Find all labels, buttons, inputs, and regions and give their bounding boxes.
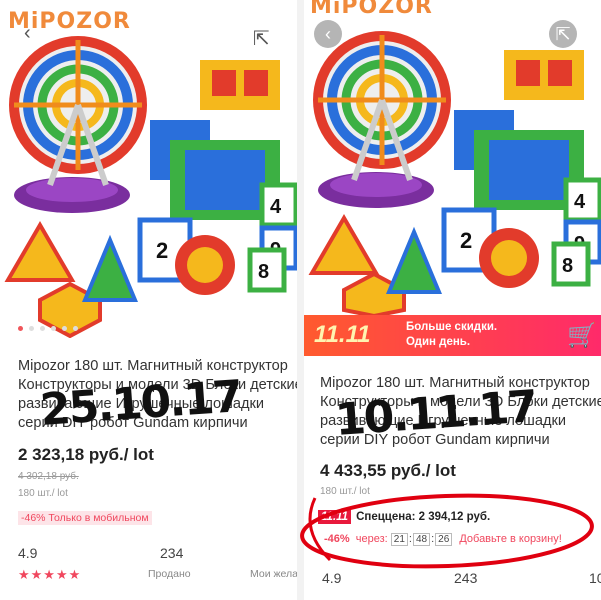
rating-value: 4.9 (18, 545, 38, 561)
sale-line-1: Больше скидки. (406, 321, 498, 333)
panel-divider (297, 0, 304, 600)
add-to-cart-prompt[interactable]: Добавьте в корзину! (459, 533, 561, 545)
chevron-left-icon[interactable]: ‹ (314, 20, 342, 48)
lot-size: 180 шт./ lot (320, 486, 370, 497)
chevron-left-icon[interactable]: ‹ (24, 22, 31, 45)
share-icon[interactable]: ⇱ (549, 20, 577, 48)
star-rating-icon: ★★★★★ (18, 567, 82, 582)
product-card-before: 2 4 9 8 MiPOZOR ‹ ⇱ Mipozor 180 шт. Магн… (0, 0, 297, 600)
product-price: 4 433,55 руб./ lot (320, 461, 456, 480)
timer-label: через: (355, 533, 388, 545)
image-pagination-dots (18, 318, 84, 336)
brand-logo: MiPOZOR (310, 0, 433, 19)
mobile-discount-badge: -46% Только в мобильном (18, 511, 152, 525)
lot-size: 180 шт./ lot (18, 488, 68, 499)
sold-count: 243 (454, 570, 478, 586)
product-photo[interactable]: 2 4 9 8 MiPOZOR ‹ ⇱ (0, 0, 297, 338)
special-badge: 11.11 (318, 510, 352, 524)
sale-banner[interactable]: 11.11 Больше скидки. Один день. 🛒 (304, 315, 601, 356)
timer-hours: 21 (390, 533, 408, 546)
share-icon[interactable]: ⇱ (253, 26, 270, 51)
svg-text:4: 4 (574, 191, 586, 213)
product-photo[interactable]: 2 4 9 8 MiPOZOR ‹ ⇱ (304, 0, 601, 338)
wishlist-label[interactable]: Мои жела (250, 568, 297, 580)
cart-icon[interactable]: 🛒 (567, 321, 597, 350)
svg-text:2: 2 (156, 238, 168, 263)
special-price: Спеццена: 2 394,12 руб. (356, 511, 491, 523)
product-price: 2 323,18 руб./ lot (18, 445, 154, 464)
product-stats: 4.9 243 10 (304, 566, 601, 600)
svg-text:2: 2 (460, 228, 472, 253)
wishlist-count: 10 (589, 570, 601, 586)
sale-line-2: Один день. (406, 336, 471, 348)
discount-percent: -46% (324, 533, 350, 545)
toy-illustration: 2 4 9 8 (308, 31, 601, 319)
product-card-after: 2 4 9 8 MiPOZOR ‹ ⇱ 11.11 Больше скидки.… (304, 0, 601, 600)
product-stats: 4.9 ★★★★★ 234 Продано Мои жела (0, 545, 297, 600)
svg-text:4: 4 (270, 196, 282, 218)
sale-badge: 11.11 (314, 321, 371, 348)
original-price: 4 302,18 руб. (18, 471, 79, 482)
countdown-row: -46% через: 21:48:26 Добавьте в корзину! (324, 533, 562, 546)
special-price-row: 11.11 Спеццена: 2 394,12 руб. (318, 510, 491, 524)
rating-value: 4.9 (322, 570, 342, 586)
timer-seconds: 26 (435, 533, 453, 546)
svg-text:8: 8 (562, 255, 573, 277)
timer-minutes: 48 (412, 533, 431, 546)
sold-count: 234 (160, 545, 184, 561)
svg-text:8: 8 (258, 261, 269, 283)
sold-label: Продано (148, 568, 191, 580)
